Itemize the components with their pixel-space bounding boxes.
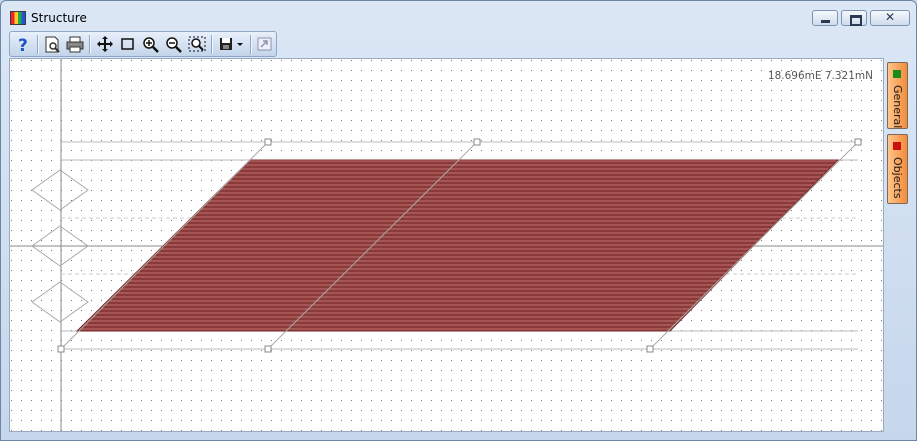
control-handle[interactable] [473, 138, 481, 146]
zoom-in-icon [143, 37, 159, 53]
minimize-icon [821, 20, 830, 23]
toolbar-separator [250, 35, 252, 54]
zoom-extents-icon [188, 36, 206, 52]
control-handle[interactable] [57, 345, 65, 353]
zoom-out-icon [166, 37, 182, 53]
restore-button[interactable] [841, 10, 867, 26]
coordinate-readout: 18.696mE 7.321mN [767, 70, 873, 82]
print-preview-icon [45, 36, 60, 53]
print-icon [66, 36, 84, 53]
tab-general-label: General [891, 85, 904, 129]
tab-objects-label: Objects [891, 157, 904, 199]
control-handle[interactable] [264, 138, 272, 146]
drawing-canvas[interactable]: 18.696mE 7.321mN [9, 58, 884, 432]
toolbar: ? [9, 31, 277, 57]
tab-general[interactable]: General [887, 62, 908, 129]
zoom-out-button[interactable] [164, 35, 184, 53]
pan-icon [97, 36, 113, 52]
minimize-button[interactable] [812, 10, 838, 26]
structure-window: Structure ✕ ? 18.696mE 7.321mN General O… [0, 0, 917, 441]
svg-text:?: ? [18, 36, 28, 53]
select-rectangle-icon [121, 38, 134, 50]
restore-icon [850, 15, 862, 26]
export-icon [257, 37, 272, 51]
structure-drawing[interactable] [10, 59, 884, 432]
export-button[interactable] [255, 35, 275, 53]
window-title: Structure [31, 11, 87, 25]
title-bar[interactable]: Structure ✕ [1, 1, 916, 31]
print-button[interactable] [65, 35, 85, 53]
close-icon: ✕ [884, 10, 896, 24]
tab-objects[interactable]: Objects [887, 134, 908, 204]
control-handle[interactable] [264, 345, 272, 353]
general-status-icon [893, 70, 901, 78]
zoom-extents-button[interactable] [187, 35, 207, 53]
help-icon: ? [18, 36, 28, 56]
toolbar-separator [89, 35, 91, 54]
save-dropdown-icon [220, 38, 243, 50]
zoom-in-button[interactable] [141, 35, 161, 53]
pan-button[interactable] [95, 35, 115, 53]
print-preview-button[interactable] [43, 35, 63, 53]
select-rectangle-button[interactable] [118, 35, 138, 53]
help-button[interactable]: ? [14, 35, 34, 56]
app-icon [10, 11, 26, 25]
control-handle[interactable] [854, 138, 862, 146]
objects-status-icon [893, 142, 901, 150]
save-dropdown-button[interactable] [217, 35, 245, 53]
toolbar-separator [211, 35, 213, 54]
toolbar-separator [37, 35, 39, 54]
control-handle[interactable] [646, 345, 654, 353]
close-button[interactable]: ✕ [870, 10, 910, 26]
